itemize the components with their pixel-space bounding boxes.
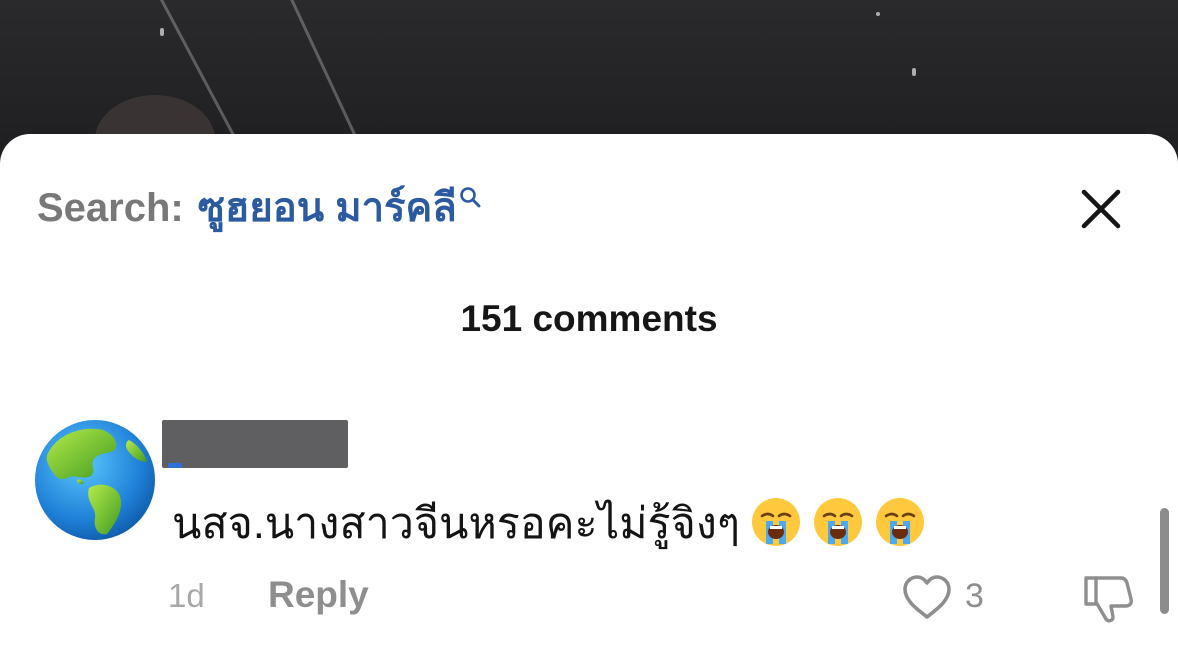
- close-icon[interactable]: [1078, 186, 1124, 232]
- username-redacted[interactable]: [162, 420, 348, 468]
- username-accent: [168, 463, 182, 468]
- thumbs-down-icon[interactable]: [1080, 572, 1136, 626]
- scrollbar[interactable]: [1160, 508, 1169, 614]
- search-prefix: Search:: [37, 186, 184, 230]
- video-particle: [876, 12, 880, 16]
- reply-button[interactable]: Reply: [268, 574, 369, 616]
- video-particle: [160, 28, 164, 36]
- comment-time: 1d: [168, 577, 205, 614]
- globe-americas-emoji: [35, 420, 155, 540]
- like-count: 3: [965, 577, 984, 615]
- comments-sheet: Search: ซูฮยอน มาร์คลี 151 comments นสจ.…: [0, 134, 1178, 663]
- search-suggestion[interactable]: Search: ซูฮยอน มาร์คลี: [37, 184, 481, 234]
- heart-outline-icon[interactable]: [900, 572, 954, 622]
- search-icon: [460, 187, 481, 208]
- loudly-crying-face-emoji: [813, 498, 862, 546]
- comment-body: นสจ.นางสาวจีนหรอคะไม่รู้จิงๆ: [172, 500, 740, 548]
- comment-text: นสจ.นางสาวจีนหรอคะไม่รู้จิงๆ: [172, 496, 926, 549]
- avatar[interactable]: [33, 418, 157, 542]
- loudly-crying-face-emoji: [751, 498, 800, 546]
- loudly-crying-face-emoji: [875, 498, 924, 546]
- video-particle: [912, 68, 916, 76]
- search-query-link[interactable]: ซูฮยอน มาร์คลี: [198, 184, 457, 232]
- comments-count: 151 comments: [460, 298, 718, 339]
